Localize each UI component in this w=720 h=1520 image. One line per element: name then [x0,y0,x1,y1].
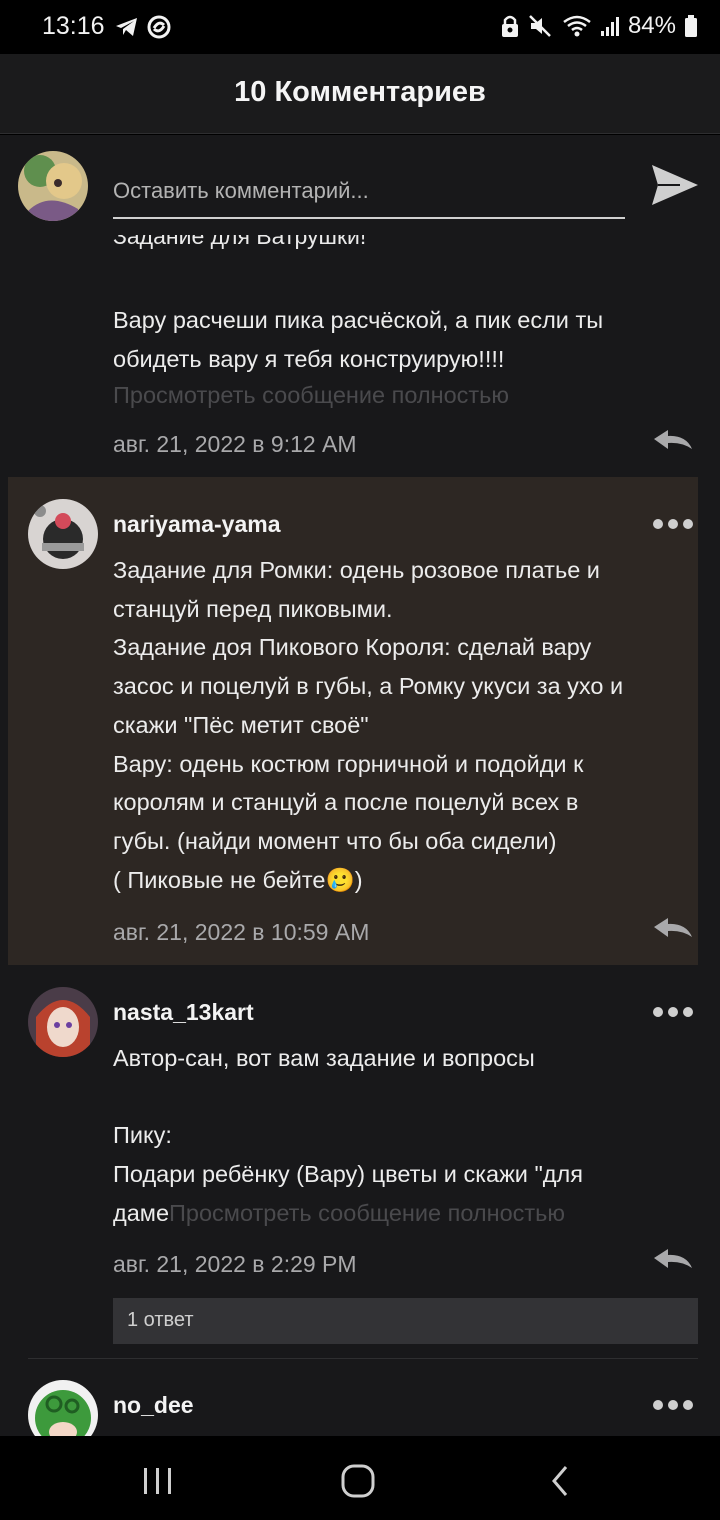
avatar[interactable] [28,987,98,1057]
lock-icon [501,15,518,37]
comment-text: Вару расчеши пика расчёской, а пик если … [113,307,604,372]
comment-username[interactable]: nasta_13kart [113,999,254,1026]
comment-timestamp: авг. 21, 2022 в 10:59 AM [113,919,370,945]
battery-icon [685,15,697,37]
comment-item: Задание для Ватрушки! Вару расчеши пика … [0,227,720,475]
comment-username[interactable]: no_dee [113,1392,194,1419]
view-full-message-link[interactable]: Просмотреть сообщение полностью [169,1200,565,1226]
telegram-icon [116,18,137,36]
reply-button[interactable] [654,429,694,451]
more-icon [653,519,663,529]
battery-percent: 84% [627,12,676,39]
mute-icon [529,15,551,37]
status-bar: 13:16 84% [0,0,720,54]
reply-icon [654,1249,692,1268]
comment-username[interactable]: nariyama-yama [113,511,281,538]
comment-item-highlighted: nariyama-yama Задание для Ромки: одень р… [8,477,698,965]
reply-button[interactable] [654,917,694,939]
comments-list[interactable]: Задание для Ватрушки! Вару расчеши пика … [0,135,720,1436]
show-replies-button[interactable]: 1 ответ [113,1298,698,1344]
divider [28,1358,698,1359]
comment-timestamp: авг. 21, 2022 в 9:12 AM [113,431,357,457]
signal-icon [600,17,619,36]
more-options-button[interactable] [653,1006,693,1018]
more-icon [653,1400,663,1410]
more-icon [653,1007,663,1017]
comments-header: 10 Комментариев [0,54,720,134]
back-button[interactable] [530,1460,590,1500]
recents-button[interactable] [128,1460,188,1500]
send-button[interactable] [650,161,700,211]
view-full-message-link[interactable]: Просмотреть сообщение полностью [113,376,509,415]
emoji: 🥲 [325,866,355,893]
more-options-button[interactable] [653,518,693,530]
comment-timestamp: авг. 21, 2022 в 2:29 PM [113,1251,357,1277]
status-time: 13:16 [42,12,105,40]
sync-icon [147,15,171,39]
comment-text: Задание для Ромки: одень розовое платье … [113,557,624,893]
more-options-button[interactable] [653,1399,693,1411]
avatar[interactable] [28,1380,98,1436]
back-icon [552,1466,568,1496]
reply-icon [654,918,692,937]
avatar [18,151,88,221]
comment-compose [0,135,720,235]
avatar[interactable] [28,499,98,569]
comment-text: Автор-сан, вот вам задание и вопросы Пик… [113,1045,583,1226]
system-nav-bar [0,1436,720,1520]
send-icon [652,165,698,205]
page-title: 10 Комментариев [234,76,486,108]
home-button[interactable] [328,1460,388,1500]
comment-input[interactable] [113,165,625,219]
wifi-icon [563,15,591,37]
recents-icon [144,1468,171,1494]
home-icon [341,1464,375,1498]
reply-button[interactable] [654,1248,694,1270]
reply-icon [654,430,692,449]
